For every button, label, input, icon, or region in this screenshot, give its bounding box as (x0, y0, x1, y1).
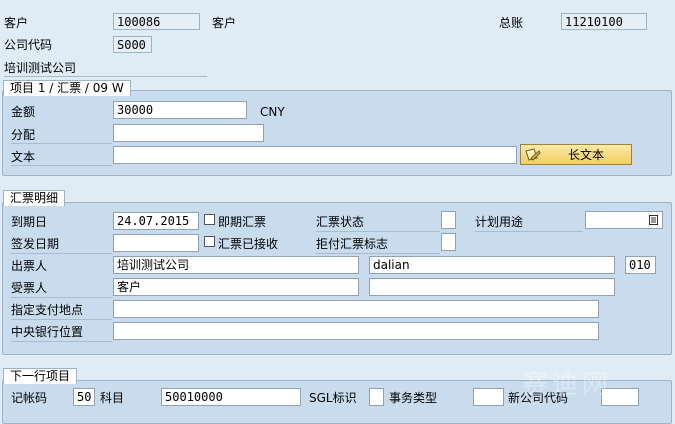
company-code-label: 公司代码 (4, 38, 53, 52)
issue-date-input[interactable] (113, 234, 199, 252)
company-code-field[interactable]: S000 (113, 36, 152, 53)
long-text-button-label: 长文本 (568, 148, 605, 162)
bill-status-label: 汇票状态 (316, 215, 365, 229)
long-text-button[interactable]: 长文本 (520, 144, 632, 165)
text-input[interactable] (113, 146, 517, 164)
protest-flag-label: 拒付汇票标志 (316, 237, 389, 251)
central-bank-label: 中央银行位置 (11, 325, 84, 339)
customer-number-field[interactable]: 100086 (113, 13, 200, 30)
next-item-group-title: 下一行项目 (3, 368, 78, 384)
drawer-label: 出票人 (11, 259, 48, 273)
demand-bill-checkbox[interactable] (204, 214, 215, 225)
drawee-underline (11, 297, 112, 298)
planned-use-input[interactable] (585, 211, 663, 229)
customer-label: 客户 (4, 16, 29, 30)
account-label: 科目 (100, 391, 125, 405)
drawee-name-input[interactable]: 客户 (113, 278, 359, 296)
central-bank-input[interactable] (113, 322, 599, 340)
gl-account-label: 总账 (499, 16, 524, 30)
sgl-indicator-label: SGL标识 (309, 391, 357, 405)
text-underline (11, 165, 112, 166)
transaction-type-label: 事务类型 (389, 391, 438, 405)
bill-status-input[interactable] (441, 211, 456, 229)
bill-details-group-title: 汇票明细 (3, 190, 66, 206)
drawer-name-input[interactable]: 培训测试公司 (113, 256, 359, 274)
item-group-title: 项目 1 / 汇票 / 09 W (3, 80, 131, 96)
posting-key-input[interactable]: 50 (73, 388, 95, 406)
protest-flag-input[interactable] (441, 233, 456, 251)
pencil-note-icon (525, 148, 541, 161)
drawer-code-input[interactable]: 010 (625, 256, 656, 274)
amount-input[interactable]: 30000 (113, 101, 247, 119)
protest-flag-underline (316, 253, 440, 254)
posting-key-label: 记帐码 (11, 391, 48, 405)
payment-place-underline (11, 319, 112, 320)
currency-label: CNY (260, 105, 285, 119)
gl-account-field[interactable]: 11210100 (561, 13, 647, 30)
customer-name-label: 客户 (212, 16, 237, 30)
transaction-type-input[interactable] (473, 388, 504, 406)
issue-date-label: 签发日期 (11, 237, 60, 251)
drawee-city-input[interactable] (369, 278, 615, 296)
bill-accepted-checkbox[interactable] (204, 236, 215, 247)
text-label: 文本 (11, 150, 36, 164)
company-name-underline (4, 76, 207, 77)
issue-date-underline (11, 253, 112, 254)
planned-use-underline (475, 231, 583, 232)
demand-bill-label: 即期汇票 (218, 215, 267, 229)
assignment-underline (11, 143, 112, 144)
payment-place-input[interactable] (113, 300, 599, 318)
due-date-input[interactable]: 24.07.2015 (113, 212, 199, 230)
assignment-label: 分配 (11, 128, 36, 142)
payment-place-label: 指定支付地点 (11, 303, 84, 317)
due-date-label: 到期日 (11, 215, 48, 229)
bill-accepted-label: 汇票已接收 (218, 237, 279, 251)
sgl-indicator-input[interactable] (369, 388, 384, 406)
company-name-text: 培训测试公司 (4, 61, 77, 75)
assignment-input[interactable] (113, 124, 264, 142)
planned-use-label: 计划用途 (475, 215, 524, 229)
amount-label: 金额 (11, 105, 36, 119)
drawer-city-input[interactable]: dalian (369, 256, 615, 274)
search-help-icon[interactable] (649, 215, 658, 225)
central-bank-underline (11, 341, 112, 342)
drawee-label: 受票人 (11, 281, 48, 295)
account-input[interactable]: 50010000 (161, 388, 301, 406)
bill-status-underline (316, 231, 440, 232)
watermark-logo: 赛迪网 (522, 364, 612, 401)
watermark-text: 赛迪网 (522, 370, 613, 400)
